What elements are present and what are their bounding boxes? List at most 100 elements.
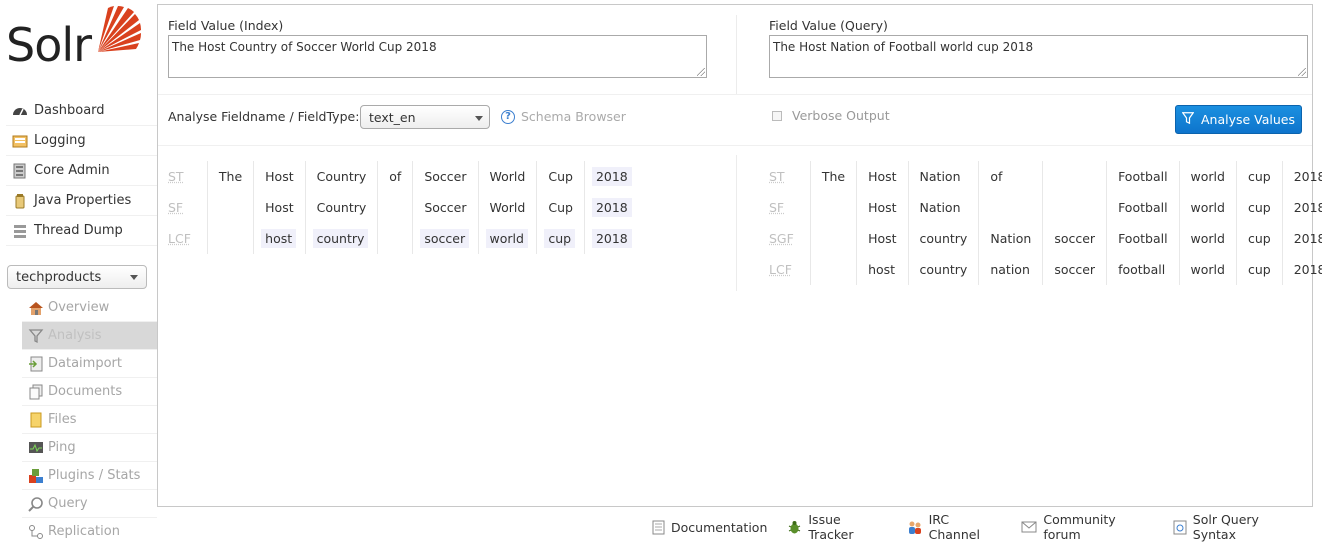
token-cell [1042,161,1107,192]
token-cell: of [978,161,1043,192]
token-cell: cup [1235,254,1283,285]
nav-logging[interactable]: Logging [6,126,157,156]
token-cell: world [1178,254,1237,285]
plugins-icon [28,468,44,484]
token-cell: 2018 [1281,192,1322,223]
verbose-checkbox[interactable] [772,110,782,121]
token-cell: soccer [1042,254,1107,285]
footer-issue-tracker-link[interactable]: Issue Tracker [787,512,886,542]
token: host [868,262,896,277]
core-nav-analysis[interactable]: Analysis [22,322,157,350]
core-nav-replication[interactable]: Replication [22,518,157,545]
token-cell: Nation [907,192,979,223]
core-nav-label: Ping [48,440,76,455]
token-cell: host [253,223,306,254]
core-nav-query[interactable]: Query [22,490,157,518]
footer-documentation-link[interactable]: Documentation [652,512,767,542]
stage-abbr[interactable]: ST [769,161,810,192]
stage-abbr[interactable]: SF [168,192,207,223]
stage-abbr[interactable]: LCF [168,223,207,254]
analyse-values-button[interactable]: Analyse Values [1175,105,1302,134]
token-cell: host [856,254,909,285]
stage-abbr[interactable]: SF [769,192,810,223]
nav-dashboard[interactable]: Dashboard [6,96,157,126]
token-cell: 2018 [1281,254,1322,285]
token: world [1190,169,1225,184]
token-cell: world [1178,192,1237,223]
token: world [1190,262,1225,277]
token: cup [544,229,576,248]
nav-core-admin[interactable]: Core Admin [6,156,157,186]
token-cell [1042,192,1107,223]
core-nav-plugins-stats[interactable]: Plugins / Stats [22,462,157,490]
token-cell: Soccer [412,161,479,192]
token: The [821,169,846,184]
token: Country [316,169,367,184]
separator [158,145,1312,146]
core-nav-overview[interactable]: Overview [22,294,157,322]
resize-grip-icon[interactable] [1298,68,1306,76]
nav-java-properties[interactable]: Java Properties [6,186,157,216]
token: Football [1118,231,1168,246]
footer-solr-query-syntax-link[interactable]: Solr Query Syntax [1173,512,1302,542]
core-nav-ping[interactable]: Ping [22,434,157,462]
core-nav-label: Analysis [48,328,102,343]
index-field-label: Field Value (Index) [168,18,284,33]
token-cell: Nation [978,223,1043,254]
nav-thread-dump[interactable]: Thread Dump [6,216,157,246]
stage-abbr[interactable]: LCF [769,254,810,285]
token-cell: of [377,161,413,192]
token-cell: world [1178,161,1237,192]
footer-community-forum-link[interactable]: Community forum [1021,512,1152,542]
token: football [1118,262,1166,277]
resize-grip-icon[interactable] [697,68,705,76]
token-cell: nation [978,254,1043,285]
core-selector-value: techproducts [16,269,102,285]
token: Host [265,169,294,184]
token-cell [809,254,857,285]
footer-irc-channel-link[interactable]: IRC Channel [907,512,1002,542]
core-nav-dataimport[interactable]: Dataimport [22,350,157,378]
token-cell: Football [1106,223,1180,254]
verbose-output-toggle[interactable]: Verbose Output [772,108,890,123]
core-nav-documents[interactable]: Documents [22,378,157,406]
solr-logo[interactable]: Solr [6,4,142,74]
index-field-input[interactable]: The Host Country of Soccer World Cup 201… [168,35,707,78]
token: 2018 [1293,262,1322,277]
nav-label: Dashboard [34,103,105,118]
token: nation [990,262,1030,277]
token-cell: Host [856,192,909,223]
token: world [1190,231,1225,246]
table-row: LCF host country nation soccer football … [769,254,1322,285]
stage-abbr[interactable]: ST [168,161,207,192]
analysis-panel: Field Value (Index) The Host Country of … [157,4,1322,507]
token: country [919,262,968,277]
token: World [489,200,526,215]
token-cell: The [206,161,254,192]
nav-label: Logging [34,133,86,148]
footer-link-label: Community forum [1043,512,1116,542]
replication-icon [28,524,44,540]
ping-icon [28,440,44,456]
token: Host [868,200,897,215]
token-cell [978,192,1043,223]
token: Host [868,169,897,184]
token-cell: cup [536,223,585,254]
schema-browser-link[interactable]: ? Schema Browser [501,109,626,124]
dashboard-icon [12,103,28,119]
stage-abbr[interactable]: SGF [769,223,810,254]
table-row: SF Host Country Soccer World Cup 2018 [168,192,639,223]
token-cell: football [1106,254,1180,285]
core-nav-files[interactable]: Files [22,406,157,434]
footer-link-label: Issue Tracker [808,512,854,542]
token: Host [265,200,294,215]
fieldtype-select[interactable]: text_en [360,105,490,129]
query-field-input[interactable]: The Host Nation of Football world cup 20… [769,35,1308,78]
core-nav-label: Documents [48,384,123,399]
filter-icon [28,328,44,344]
core-selector[interactable]: techproducts [7,265,147,289]
